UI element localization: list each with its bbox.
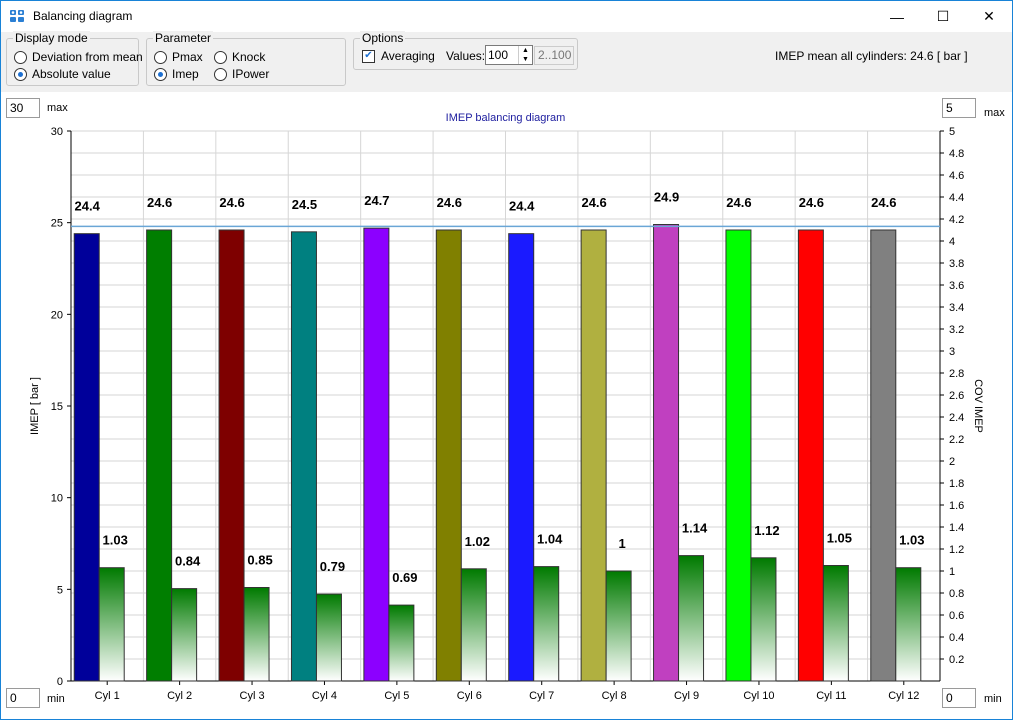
right-axis-tick-label: 4.2: [949, 214, 964, 226]
cov-bar: [895, 567, 922, 682]
left-axis-tick-label: 10: [51, 493, 63, 505]
x-axis-tick-label: Cyl 3: [240, 690, 265, 702]
right-axis-tick-label: 3: [949, 346, 955, 358]
cov-bar: [605, 570, 632, 682]
right-axis-tick-label: 3.6: [949, 280, 964, 292]
left-axis-tick-label: 25: [51, 218, 63, 230]
cov-bar: [171, 588, 198, 682]
imep-bar: [870, 229, 897, 682]
imep-bar: [218, 229, 245, 682]
x-axis-tick-label: Cyl 5: [384, 690, 409, 702]
imep-value-label: 24.6: [581, 195, 606, 210]
cov-value-label: 1.02: [465, 534, 490, 549]
right-axis-tick-label: 3.8: [949, 258, 964, 270]
x-axis-tick-label: Cyl 9: [674, 690, 699, 702]
right-axis-tick-label: 0.8: [949, 588, 964, 600]
y2-axis-label: COV IMEP: [972, 379, 984, 433]
right-axis-tick-label: 2.4: [949, 412, 964, 424]
cov-value-label: 1.14: [682, 521, 708, 536]
imep-bar: [73, 233, 100, 682]
cov-bar: [822, 565, 849, 682]
x-axis-tick-label: Cyl 2: [167, 690, 192, 702]
cov-bar: [388, 604, 415, 682]
x-axis-tick-label: Cyl 6: [457, 690, 482, 702]
right-axis-tick-label: 1.8: [949, 478, 964, 490]
imep-value-label: 24.6: [219, 195, 244, 210]
cov-bar: [533, 566, 560, 682]
x-axis-tick-label: Cyl 1: [95, 690, 120, 702]
cov-value-label: 0.79: [320, 559, 345, 574]
right-axis-tick-label: 0.4: [949, 632, 964, 644]
cov-value-label: 1.05: [827, 531, 852, 546]
right-axis-tick-label: 0.6: [949, 610, 964, 622]
right-axis-tick-label: 1: [949, 566, 955, 578]
right-axis-tick-label: 2.8: [949, 368, 964, 380]
imep-value-label: 24.6: [871, 195, 896, 210]
imep-bar: [508, 233, 535, 682]
right-axis-tick-label: 0.2: [949, 654, 964, 666]
right-axis-tick-label: 4.8: [949, 148, 964, 160]
right-axis-tick-label: 2.2: [949, 434, 964, 446]
left-axis-tick-label: 15: [51, 401, 63, 413]
left-axis-tick-label: 20: [51, 309, 63, 321]
imep-bar: [580, 229, 607, 682]
cov-bar: [460, 568, 487, 682]
cov-bar: [678, 555, 705, 682]
imep-balancing-chart: 0.2 0.4 0.6 0.8 1 1.2 1.4 1.6 1.8 2 2.2 2.4 2.6 2.8 3 3…: [29, 112, 984, 702]
imep-value-label: 24.6: [437, 195, 462, 210]
x-axis-tick-label: Cyl 4: [312, 690, 337, 702]
cov-bar: [315, 593, 342, 682]
imep-bar: [146, 229, 173, 682]
right-axis-tick-label: 4: [949, 236, 955, 248]
right-axis-tick-label: 2: [949, 456, 955, 468]
right-axis-tick-label: 4.6: [949, 170, 964, 182]
cov-bar: [243, 587, 270, 682]
imep-bar: [290, 231, 317, 682]
cov-bar: [98, 567, 125, 682]
imep-bar: [435, 229, 462, 682]
cov-value-label: 1: [619, 536, 626, 551]
right-axis-tick-label: 5: [949, 126, 955, 138]
imep-value-label: 24.9: [654, 190, 679, 205]
x-axis-tick-label: Cyl 12: [888, 690, 919, 702]
x-axis-tick-label: Cyl 8: [602, 690, 627, 702]
cov-value-label: 1.04: [537, 532, 563, 547]
imep-bar: [653, 224, 680, 682]
cov-value-label: 1.12: [754, 523, 779, 538]
left-axis-tick-label: 30: [51, 126, 63, 138]
cov-value-label: 0.69: [392, 570, 417, 585]
imep-value-label: 24.6: [726, 195, 751, 210]
cov-value-label: 0.84: [175, 554, 201, 569]
imep-value-label: 24.6: [147, 195, 172, 210]
right-axis-tick-label: 4.4: [949, 192, 964, 204]
chart-title: IMEP balancing diagram: [446, 112, 566, 124]
right-axis-tick-label: 3.2: [949, 324, 964, 336]
cov-value-label: 1.03: [103, 533, 128, 548]
imep-value-label: 24.6: [799, 195, 824, 210]
right-axis-tick-label: 1.4: [949, 522, 964, 534]
imep-value-label: 24.5: [292, 197, 317, 212]
right-axis-tick-label: 1.6: [949, 500, 964, 512]
left-axis-tick-label: 5: [57, 584, 63, 596]
y-axis-label: IMEP [ bar ]: [29, 377, 41, 435]
cov-value-label: 1.03: [899, 533, 924, 548]
x-axis-tick-label: Cyl 11: [816, 690, 846, 702]
x-axis-tick-label: Cyl 10: [743, 690, 774, 702]
imep-value-label: 24.7: [364, 193, 389, 208]
balancing-window: Balancing diagram — ☐ ✕ Display mode Dev…: [0, 0, 1013, 720]
imep-value-label: 24.4: [75, 199, 101, 214]
imep-bar: [797, 229, 824, 682]
imep-value-label: 24.4: [509, 199, 535, 214]
imep-bar: [363, 227, 390, 682]
left-axis-tick-label: 0: [57, 676, 63, 688]
cov-bar: [750, 557, 777, 682]
right-axis-tick-label: 1.2: [949, 544, 964, 556]
imep-bar: [725, 229, 752, 682]
x-axis-tick-label: Cyl 7: [529, 690, 554, 702]
cov-value-label: 0.85: [247, 553, 272, 568]
right-axis-tick-label: 3.4: [949, 302, 964, 314]
right-axis-tick-label: 2.6: [949, 390, 964, 402]
